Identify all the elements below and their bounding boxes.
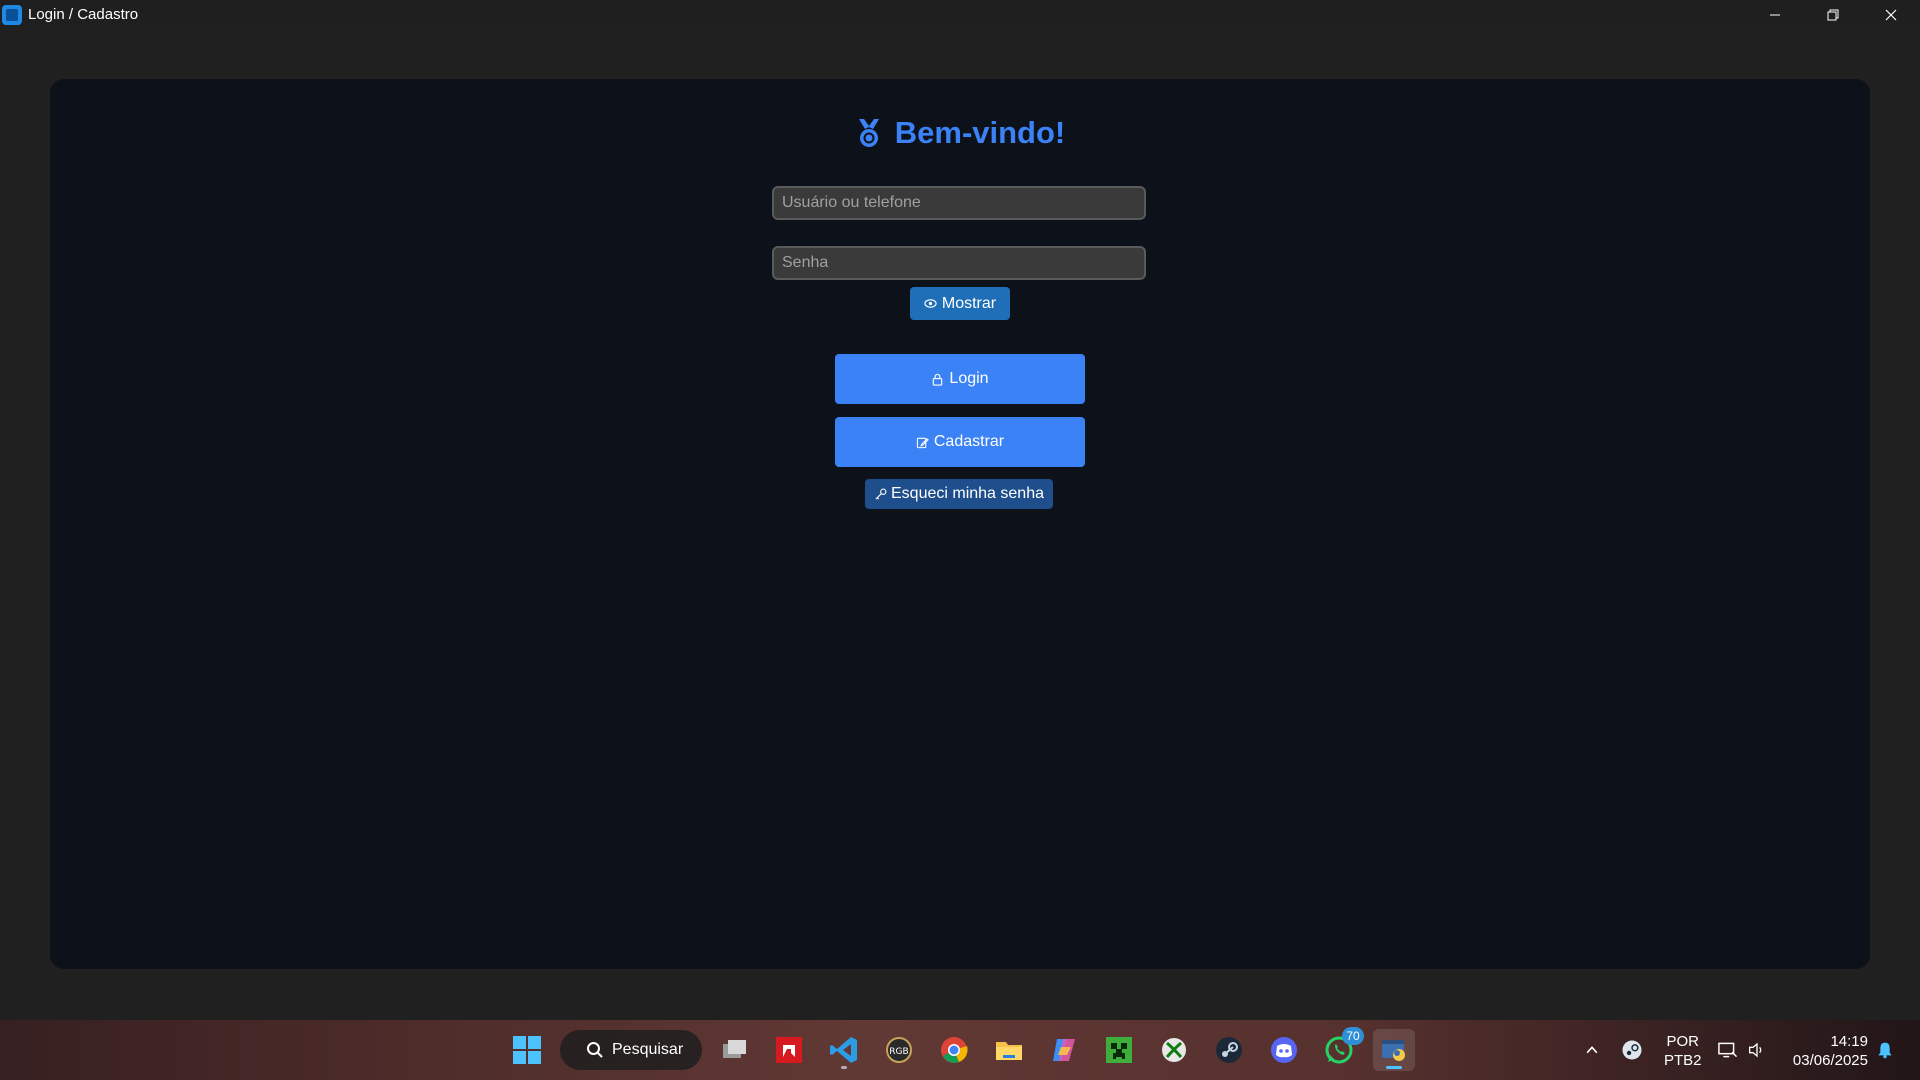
language-code: POR <box>1666 1033 1700 1050</box>
minimize-button[interactable] <box>1746 0 1804 29</box>
show-password-label: Mostrar <box>941 294 997 312</box>
welcome-heading: Bem-vindo! <box>50 115 1870 151</box>
task-view-icon <box>723 1040 746 1058</box>
xbox-icon <box>1162 1038 1186 1062</box>
app-icon <box>2 4 22 25</box>
amd-icon <box>776 1037 802 1063</box>
vscode-icon <box>830 1037 857 1063</box>
file-explorer-app[interactable] <box>988 1029 1030 1071</box>
search-icon <box>587 1042 603 1058</box>
copilot-app[interactable] <box>1043 1029 1085 1071</box>
taskbar: Pesquisar RGB 70 POR PTB2 14:19 03/06/20… <box>0 1020 1920 1080</box>
creeper-icon <box>1106 1037 1132 1063</box>
login-label: Login <box>949 370 989 387</box>
show-password-button[interactable]: Mostrar <box>910 287 1010 320</box>
minimize-icon <box>1770 14 1780 15</box>
register-label: Cadastrar <box>933 433 1005 450</box>
key-icon <box>874 488 887 501</box>
bell-icon <box>1878 1042 1892 1059</box>
taskbar-search[interactable]: Pesquisar <box>560 1030 702 1070</box>
minecraft-app[interactable] <box>1098 1029 1140 1071</box>
whatsapp-badge: 70 <box>1342 1027 1364 1045</box>
forgot-password-button[interactable]: Esqueci minha senha <box>865 479 1053 509</box>
svg-text:RGB: RGB <box>889 1047 908 1057</box>
language-indicator[interactable]: POR PTB2 <box>1664 1032 1702 1070</box>
restore-icon <box>1827 9 1839 20</box>
amd-app[interactable] <box>768 1029 810 1071</box>
edit-icon <box>916 436 929 449</box>
register-button[interactable]: Cadastrar <box>835 417 1085 467</box>
notifications-button[interactable] <box>1864 1029 1906 1071</box>
forgot-password-label: Esqueci minha senha <box>891 485 1044 502</box>
eye-icon <box>924 297 937 310</box>
clock-date: 03/06/2025 <box>1792 1052 1868 1069</box>
rgb-icon: RGB <box>886 1037 912 1063</box>
restore-button[interactable] <box>1804 0 1862 29</box>
volume-control[interactable] <box>1736 1029 1778 1071</box>
steam-icon <box>1216 1037 1242 1063</box>
discord-app[interactable] <box>1263 1029 1305 1071</box>
welcome-title: Bem-vindo! <box>894 115 1066 150</box>
chrome-app[interactable] <box>933 1029 975 1071</box>
lock-icon <box>931 373 944 386</box>
close-icon <box>1885 9 1897 20</box>
network-icon <box>1718 1042 1738 1058</box>
keyboard-layout: PTB2 <box>1664 1052 1702 1069</box>
python-app[interactable] <box>1373 1029 1415 1071</box>
whatsapp-app[interactable]: 70 <box>1318 1027 1364 1071</box>
window-controls <box>1746 0 1920 29</box>
tray-steam-icon[interactable] <box>1611 1029 1653 1071</box>
steam-app[interactable] <box>1208 1029 1250 1071</box>
login-button[interactable]: Login <box>835 354 1085 404</box>
task-view-button[interactable] <box>713 1029 755 1071</box>
start-button[interactable] <box>506 1029 548 1071</box>
taskbar-clock[interactable]: 14:19 03/06/2025 <box>1784 1032 1868 1070</box>
chrome-icon <box>941 1037 968 1063</box>
show-hidden-icons-button[interactable] <box>1571 1029 1613 1071</box>
python-window-icon <box>1382 1040 1405 1061</box>
speaker-icon <box>1749 1042 1762 1058</box>
copilot-icon <box>1053 1039 1075 1061</box>
windows-icon <box>513 1036 541 1064</box>
discord-icon <box>1271 1037 1297 1063</box>
xbox-app[interactable] <box>1153 1029 1195 1071</box>
rgb-app[interactable]: RGB <box>878 1029 920 1071</box>
login-panel: Bem-vindo! Mostrar Login Cadastrar Esque… <box>50 79 1870 969</box>
password-input[interactable] <box>772 246 1146 280</box>
vscode-app[interactable] <box>823 1029 865 1071</box>
clock-time: 14:19 <box>1830 1033 1868 1050</box>
username-input[interactable] <box>772 186 1146 220</box>
search-label: Pesquisar <box>612 1041 684 1058</box>
chevron-up-icon <box>1586 1046 1598 1054</box>
medal-icon <box>855 117 883 149</box>
folder-icon <box>996 1042 1022 1060</box>
close-button[interactable] <box>1862 0 1920 29</box>
window-title: Login / Cadastro <box>28 6 139 23</box>
steam-tray-icon <box>1622 1040 1642 1060</box>
title-bar: Login / Cadastro <box>0 0 1920 29</box>
